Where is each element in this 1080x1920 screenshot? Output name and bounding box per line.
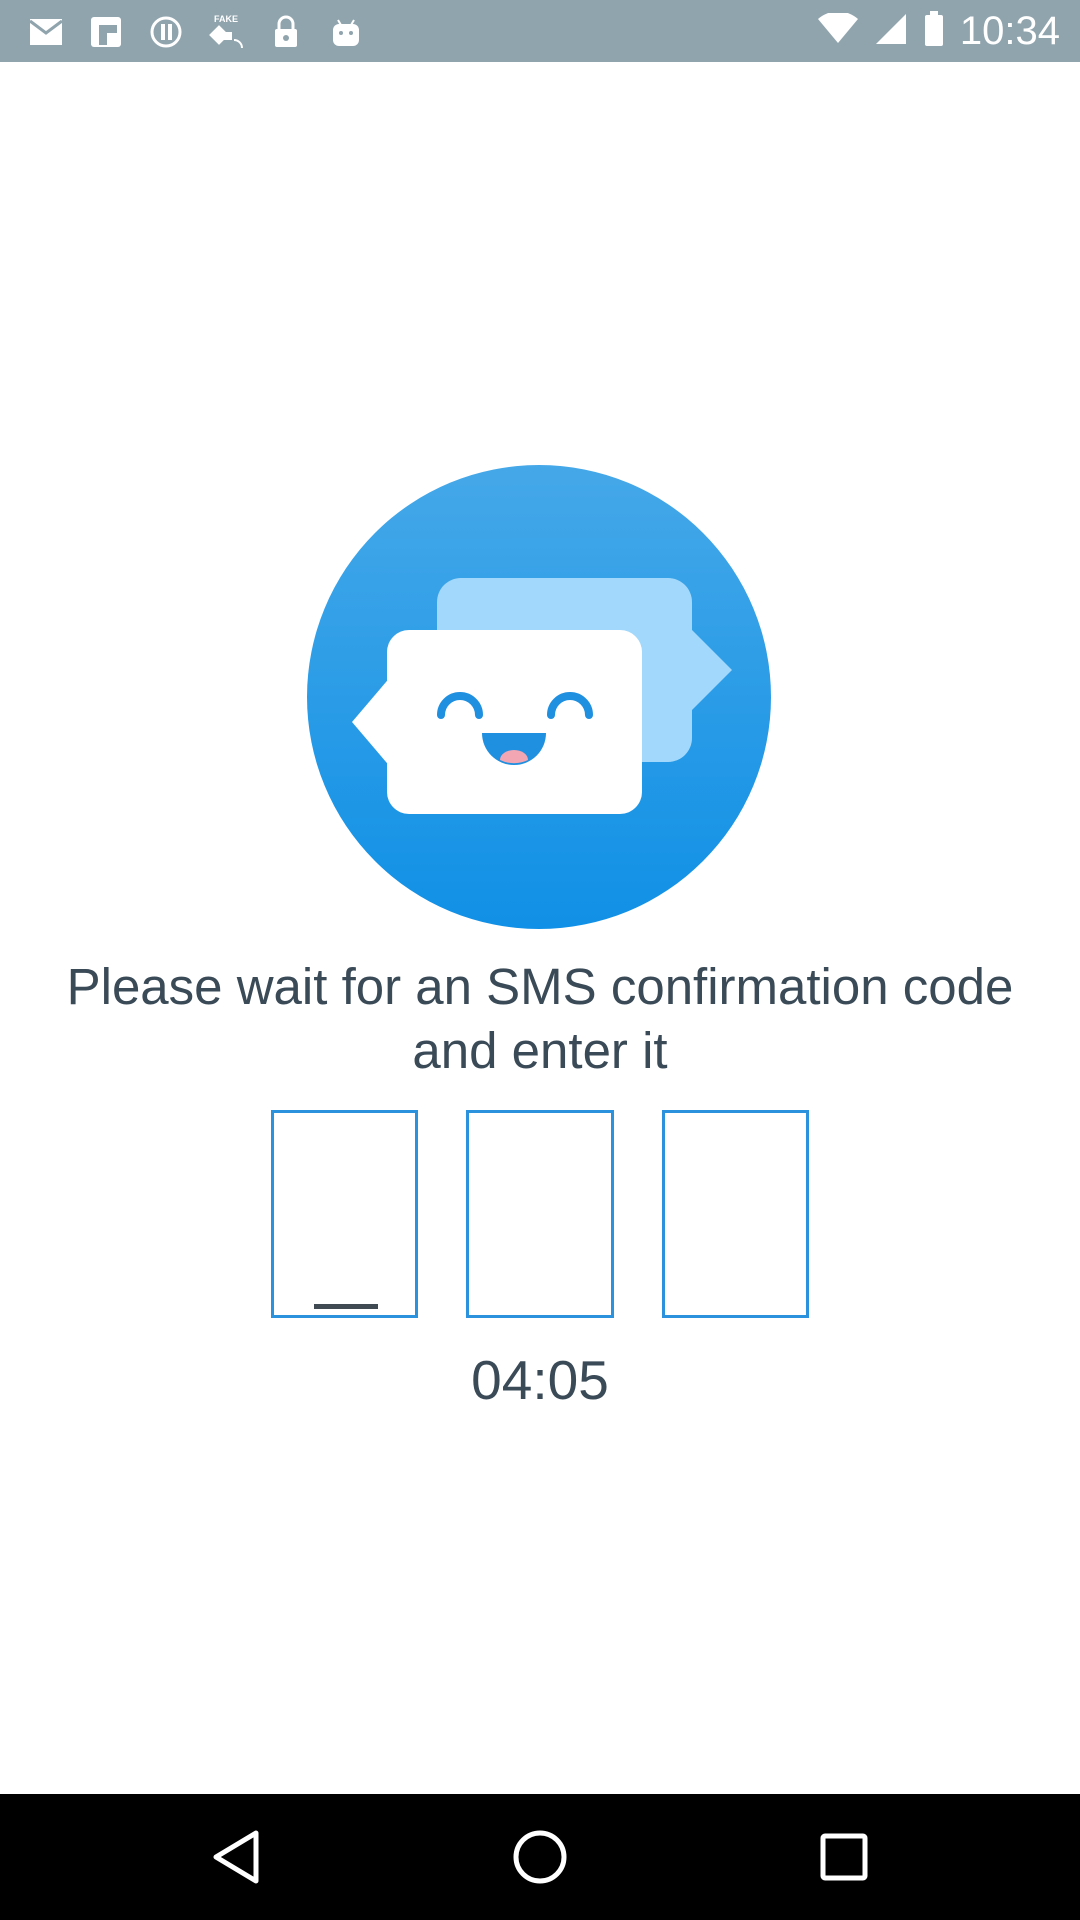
chat-bubbles-illustration	[307, 465, 771, 929]
wifi-icon	[817, 10, 858, 50]
fake-gps-icon: FAKE	[206, 12, 246, 52]
status-clock: 10:34	[959, 8, 1060, 53]
lock-icon	[266, 12, 306, 52]
home-icon[interactable]	[510, 1827, 570, 1887]
sms-verification-screen: FAKE 10:34 Please wait for an SMS confir…	[0, 0, 1080, 1920]
code-digit-input-3[interactable]	[661, 1110, 809, 1318]
code-digit-input-2[interactable]	[466, 1110, 614, 1318]
system-status: 10:34	[817, 8, 1060, 54]
flipboard-icon	[86, 12, 126, 52]
android-icon	[326, 12, 366, 52]
code-input-row	[271, 1110, 809, 1318]
navigation-bar	[0, 1794, 1080, 1920]
recents-icon[interactable]	[814, 1827, 874, 1887]
sms-instruction-text: Please wait for an SMS confirmation code…	[66, 958, 1014, 1079]
back-icon[interactable]	[207, 1827, 267, 1887]
data-saver-icon	[146, 12, 186, 52]
text-cursor	[314, 1304, 378, 1309]
notification-icons: FAKE	[26, 12, 366, 52]
status-bar: FAKE 10:34	[0, 0, 1080, 62]
battery-icon	[924, 10, 944, 52]
countdown-timer: 04:05	[471, 1349, 609, 1411]
code-digit-input-1[interactable]	[271, 1110, 419, 1318]
signal-icon	[874, 12, 908, 51]
svg-text:FAKE: FAKE	[214, 14, 238, 24]
mail-icon	[26, 12, 66, 52]
